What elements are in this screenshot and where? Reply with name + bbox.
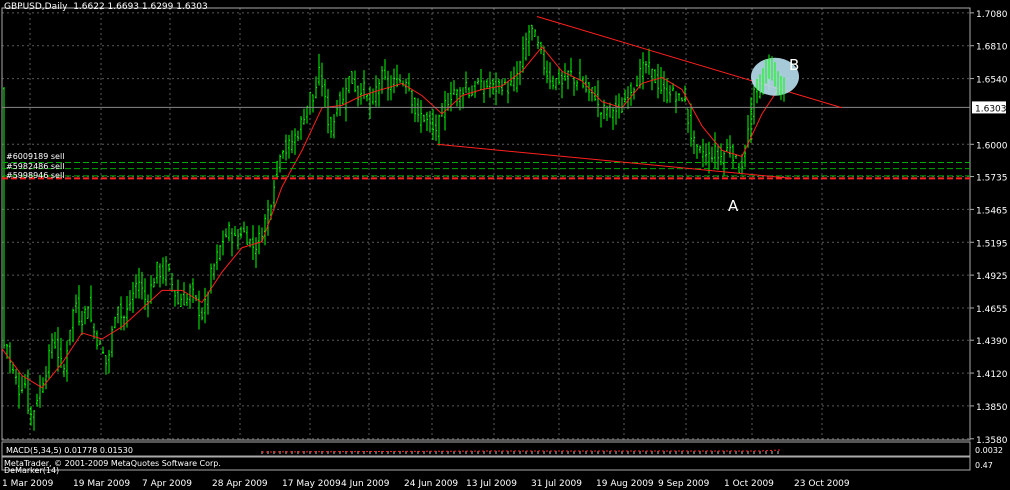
chart-background bbox=[0, 0, 1010, 490]
annotation-a: A bbox=[728, 197, 739, 215]
y-tick-label: 1.4120 bbox=[976, 370, 1008, 380]
y-tick-label: 1.3850 bbox=[976, 403, 1008, 413]
order-label-1: #6009189 sell bbox=[6, 152, 65, 161]
x-tick-label: 19 Mar 2009 bbox=[73, 479, 130, 489]
chart-header: GBPUSD,Daily 1.6622 1.6693 1.6299 1.6303 bbox=[4, 2, 208, 12]
x-tick-label: 13 Jul 2009 bbox=[466, 479, 517, 489]
chart-grid bbox=[0, 0, 1010, 490]
y-tick-label: 1.6810 bbox=[976, 43, 1008, 53]
x-tick-label: 31 Jul 2009 bbox=[531, 479, 582, 489]
x-tick-label: 28 Apr 2009 bbox=[212, 479, 268, 489]
x-tick-label: 19 Aug 2009 bbox=[596, 479, 654, 489]
order-label-2: #5982486 sell bbox=[6, 162, 65, 171]
y-tick-label: 1.5735 bbox=[976, 174, 1008, 184]
price-chart[interactable]: 1.7080 1.6810 1.6540 1.6303 1.6000 1.5735 1.54… bbox=[0, 0, 1010, 490]
x-tick-label: 1 Mar 2009 bbox=[2, 479, 54, 489]
current-price-label: 1.6303 bbox=[975, 104, 1007, 114]
x-tick-label: 17 May 2009 bbox=[282, 479, 341, 489]
demarker-label: DeMarker(14) bbox=[4, 466, 60, 475]
y-tick-label: 1.4925 bbox=[976, 272, 1008, 282]
x-tick-label: 1 Oct 2009 bbox=[724, 479, 774, 489]
macd-label: MACD(5,34,5) 0.01778 0.01530 bbox=[6, 446, 133, 455]
ohlc-values: 1.6622 1.6693 1.6299 1.6303 bbox=[73, 2, 208, 12]
x-tick-label: 9 Sep 2009 bbox=[658, 479, 710, 489]
x-tick-label: 4 Jun 2009 bbox=[341, 479, 390, 489]
x-tick-label: 7 Apr 2009 bbox=[142, 479, 192, 489]
order-label-3: #5998946 sell bbox=[6, 171, 65, 180]
macd-right-value: 0.0032 bbox=[975, 446, 1003, 455]
y-tick-label: 1.6000 bbox=[976, 141, 1008, 151]
x-tick-label: 24 Jun 2009 bbox=[404, 479, 458, 489]
y-tick-label: 1.3580 bbox=[976, 436, 1008, 446]
y-tick-label: 1.5465 bbox=[976, 206, 1008, 216]
y-tick-label: 1.5195 bbox=[976, 239, 1008, 249]
x-tick-label: 23 Oct 2009 bbox=[794, 479, 850, 489]
symbol-label: GBPUSD,Daily bbox=[4, 2, 68, 12]
y-tick-label: 1.4655 bbox=[976, 305, 1008, 315]
y-tick-label: 1.7080 bbox=[976, 10, 1008, 20]
annotation-b: B bbox=[789, 56, 800, 74]
y-tick-label: 1.6540 bbox=[976, 76, 1008, 86]
y-tick-label: 1.4390 bbox=[976, 337, 1008, 347]
demarker-value: 0.47 bbox=[975, 461, 993, 470]
